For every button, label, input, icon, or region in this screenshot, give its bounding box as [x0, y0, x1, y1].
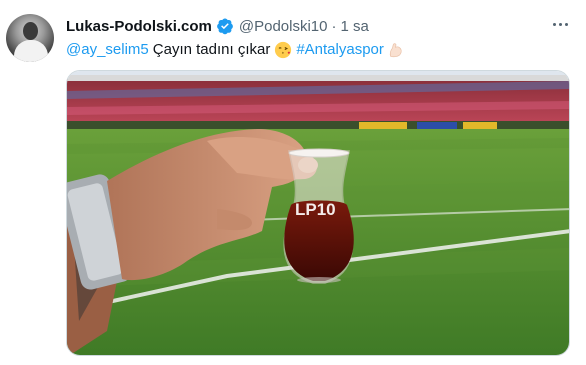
tweet-photo[interactable]: LP10 [66, 70, 570, 356]
more-options-icon[interactable] [548, 14, 572, 34]
separator-dot: · [331, 17, 337, 35]
face-blowing-kiss-icon [275, 41, 292, 59]
avatar[interactable] [6, 14, 54, 62]
photo-content: LP10 [67, 71, 569, 355]
cup-logo-text: LP10 [295, 200, 336, 219]
author-name[interactable]: Lukas-Podolski.com [66, 18, 212, 35]
reply-mention-link[interactable]: @ay_selim5 [66, 40, 149, 60]
tweet-header: Lukas-Podolski.com @Podolski10 · 1 sa [66, 16, 369, 36]
tweet-card[interactable]: Lukas-Podolski.com @Podolski10 · 1 sa @a… [0, 0, 586, 365]
flexed-biceps-icon [389, 43, 402, 58]
timestamp[interactable]: 1 sa [340, 18, 368, 35]
tweet-body-text: Çayın tadını çıkar [152, 41, 271, 58]
tweet-text: @ay_selim5 Çayın tadını çıkar #Antalyasp… [66, 40, 405, 60]
hashtag-link[interactable]: #Antalyaspor [296, 40, 384, 60]
verified-badge-icon [217, 18, 233, 35]
author-handle[interactable]: @Podolski10 [239, 18, 328, 35]
